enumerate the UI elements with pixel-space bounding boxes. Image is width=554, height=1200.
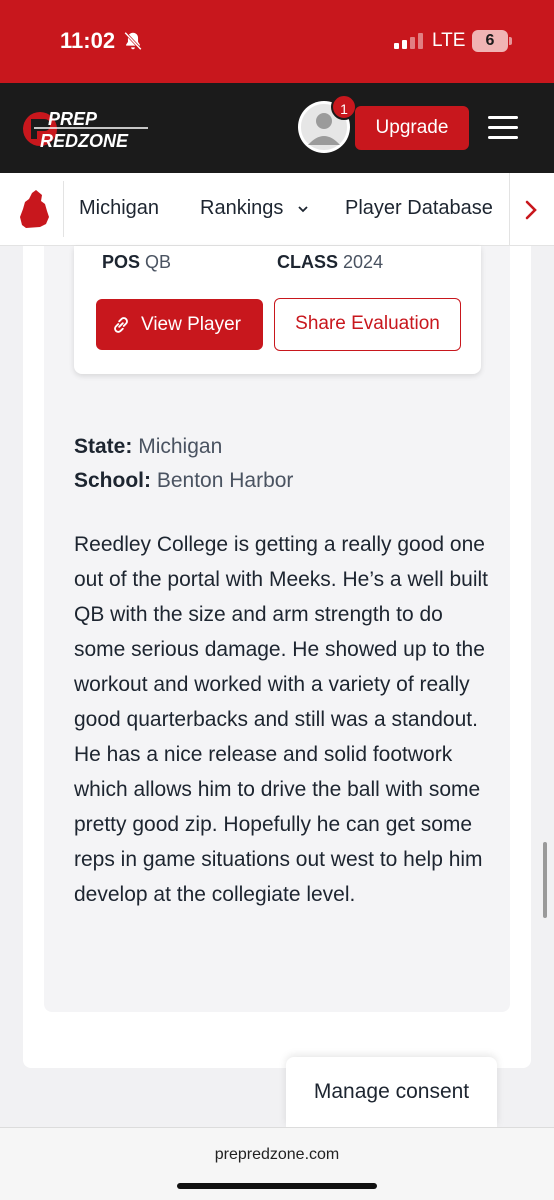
browser-bar: prepredzone.com: [0, 1127, 554, 1200]
notification-badge[interactable]: 1: [331, 94, 357, 120]
signal-icon: [394, 33, 423, 49]
site-header: PREP REDZONE: [0, 83, 554, 173]
nav-divider: [63, 181, 64, 237]
school-value: Benton Harbor: [156, 469, 294, 492]
svg-text:PREP: PREP: [48, 109, 98, 129]
school-line: School: Benton Harbor: [74, 469, 293, 493]
menu-icon[interactable]: [488, 116, 518, 140]
class-label: CLASS: [277, 252, 339, 272]
manage-consent-button[interactable]: Manage consent: [286, 1057, 497, 1127]
class-stat: CLASS 2024: [277, 252, 383, 273]
position-label: POS: [102, 252, 141, 272]
status-bar: 11:02 LTE 6: [0, 0, 554, 83]
battery-icon: 6: [472, 30, 508, 52]
nav-scroll-right[interactable]: [509, 173, 554, 245]
view-player-button[interactable]: View Player: [96, 299, 263, 350]
share-evaluation-button[interactable]: Share Evaluation: [274, 298, 461, 351]
nav-item-rankings[interactable]: Rankings: [200, 197, 283, 220]
link-icon: [114, 317, 128, 333]
position-value: QB: [145, 252, 172, 272]
state-label: State:: [74, 435, 133, 458]
svg-text:REDZONE: REDZONE: [40, 131, 129, 151]
nav-item-player-database[interactable]: Player Database: [345, 197, 493, 220]
state-value: Michigan: [138, 435, 223, 458]
home-indicator[interactable]: [177, 1183, 377, 1189]
state-line: State: Michigan: [74, 435, 222, 459]
bell-slash-icon: [124, 31, 142, 51]
class-value: 2024: [343, 252, 384, 272]
position-stat: POS QB: [102, 252, 171, 273]
battery-nub: [509, 37, 512, 45]
school-label: School:: [74, 469, 151, 492]
scrollbar[interactable]: [543, 842, 547, 918]
network-type: LTE: [432, 30, 466, 51]
chevron-right-icon[interactable]: [523, 199, 539, 221]
upgrade-button[interactable]: Upgrade: [355, 106, 469, 150]
url-display[interactable]: prepredzone.com: [0, 1146, 554, 1164]
prep-redzone-logo[interactable]: PREP REDZONE: [22, 105, 150, 153]
michigan-state-icon[interactable]: [14, 187, 54, 233]
status-time: 11:02: [60, 28, 116, 53]
state-nav: Michigan Rankings Player Database: [0, 173, 554, 246]
evaluation-text: Reedley College is getting a really good…: [74, 533, 488, 906]
chevron-down-icon[interactable]: [297, 204, 309, 214]
view-player-label: View Player: [141, 314, 241, 335]
nav-item-michigan[interactable]: Michigan: [79, 197, 159, 220]
